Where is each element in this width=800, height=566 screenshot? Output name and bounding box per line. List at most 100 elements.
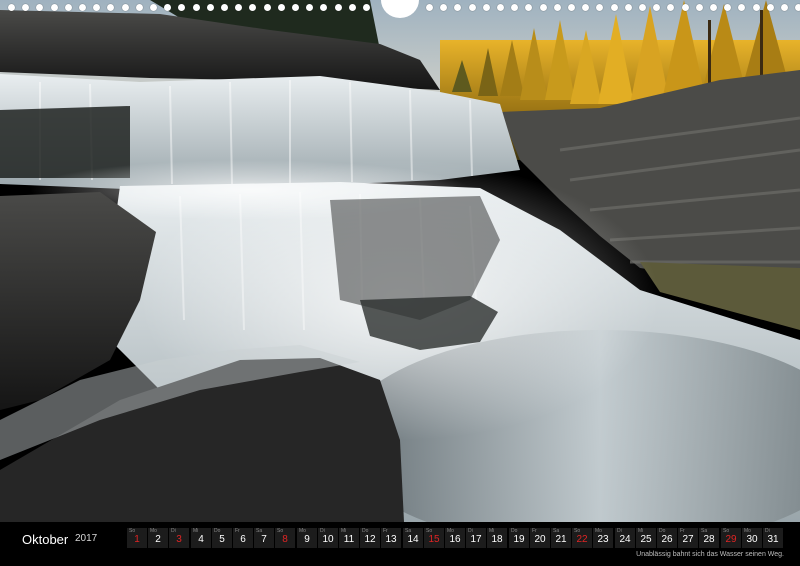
day-number: 27	[682, 534, 694, 545]
binding-hole	[710, 4, 717, 11]
day-cell: So 1	[127, 528, 147, 548]
day-cell: So 22	[572, 528, 592, 548]
day-number: 8	[282, 534, 288, 545]
binding-hole	[349, 4, 356, 11]
binding-hole	[753, 4, 760, 11]
day-number: 5	[219, 534, 225, 545]
binding-hole	[363, 4, 370, 11]
day-number: 29	[725, 534, 737, 545]
binding-hole	[207, 4, 214, 11]
binding-hole	[107, 4, 114, 11]
binding-hole	[724, 4, 731, 11]
calendar-page: Oktober 2017 So 1 Mo 2 Di 3 Mi 4 Do 5 Fr 6 Sa 7 So 8 Mo 9…	[0, 0, 800, 566]
photo-caption: Unablässig bahnt sich das Wasser seinen …	[636, 551, 784, 558]
binding-hole	[582, 4, 589, 11]
binding-hole	[540, 4, 547, 11]
binding-hole	[320, 4, 327, 11]
binding-hole	[51, 4, 58, 11]
day-number: 17	[470, 534, 482, 545]
binding-hole	[36, 4, 43, 11]
day-cell: Fr 27	[678, 528, 698, 548]
day-number: 11	[343, 534, 355, 545]
day-cell: Mo 16	[445, 528, 465, 548]
binding-hole	[795, 4, 800, 11]
waterfall-photo	[0, 0, 800, 550]
day-cell: Di 17	[466, 528, 486, 548]
day-number: 28	[703, 534, 715, 545]
binding-hole	[22, 4, 29, 11]
day-number: 13	[385, 534, 397, 545]
binding-hole	[611, 4, 618, 11]
binding-hole	[264, 4, 271, 11]
binding-hole	[93, 4, 100, 11]
day-number: 30	[746, 534, 758, 545]
binding-hole	[221, 4, 228, 11]
day-cell: Mo 30	[742, 528, 762, 548]
day-number: 3	[176, 534, 182, 545]
day-cell: Mo 9	[297, 528, 317, 548]
day-number: 14	[407, 534, 419, 545]
binding-hole	[596, 4, 603, 11]
day-number: 12	[364, 534, 376, 545]
day-number: 22	[576, 534, 588, 545]
binding-hole	[292, 4, 299, 11]
day-cell: Do 12	[360, 528, 380, 548]
day-number: 19	[513, 534, 525, 545]
binding-hole	[696, 4, 703, 11]
day-cell: Fr 13	[381, 528, 401, 548]
binding-hole	[682, 4, 689, 11]
day-cell: Sa 21	[551, 528, 571, 548]
day-number: 18	[491, 534, 503, 545]
day-number: 7	[261, 534, 267, 545]
binding-hole	[469, 4, 476, 11]
binding-hole	[150, 4, 157, 11]
day-cell: Mo 23	[593, 528, 613, 548]
binding-hole	[639, 4, 646, 11]
day-number: 4	[198, 534, 204, 545]
binding-hole	[625, 4, 632, 11]
binding-hole	[667, 4, 674, 11]
day-number: 16	[449, 534, 461, 545]
binding-hole	[525, 4, 532, 11]
day-number: 6	[240, 534, 246, 545]
binding-hole	[497, 4, 504, 11]
binding-hole	[79, 4, 86, 11]
day-number: 23	[597, 534, 609, 545]
binding-hole	[278, 4, 285, 11]
binding-hole	[511, 4, 518, 11]
day-number: 31	[767, 534, 779, 545]
binding-hole	[426, 4, 433, 11]
day-cell: Fr 20	[530, 528, 550, 548]
day-cell: Di 24	[615, 528, 635, 548]
day-number: 9	[304, 534, 310, 545]
day-number: 26	[661, 534, 673, 545]
day-cell: Mo 2	[148, 528, 168, 548]
day-number: 1	[134, 534, 140, 545]
day-cell: Fr 6	[233, 528, 253, 548]
binding-hole	[235, 4, 242, 11]
day-number: 24	[619, 534, 631, 545]
day-cell: Do 5	[212, 528, 232, 548]
binding-hole	[65, 4, 72, 11]
binding-hole	[193, 4, 200, 11]
day-cell: Mi 4	[191, 528, 211, 548]
day-cell: Di 31	[763, 528, 783, 548]
binding-hole	[164, 4, 171, 11]
binding-hole	[483, 4, 490, 11]
day-cell: Mi 25	[636, 528, 656, 548]
day-cell: Mi 11	[339, 528, 359, 548]
day-cell: Di 3	[169, 528, 189, 548]
day-cell: Sa 28	[699, 528, 719, 548]
binding-hole	[554, 4, 561, 11]
binding-hole	[568, 4, 575, 11]
month-label: Oktober	[22, 532, 69, 547]
binding-hole	[767, 4, 774, 11]
binding-hole	[136, 4, 143, 11]
day-cell: So 15	[424, 528, 444, 548]
day-cell: Do 19	[509, 528, 529, 548]
day-cell: Di 10	[318, 528, 338, 548]
binding-hole	[178, 4, 185, 11]
day-number: 15	[428, 534, 440, 545]
binding-hole	[440, 4, 447, 11]
day-number: 20	[534, 534, 546, 545]
